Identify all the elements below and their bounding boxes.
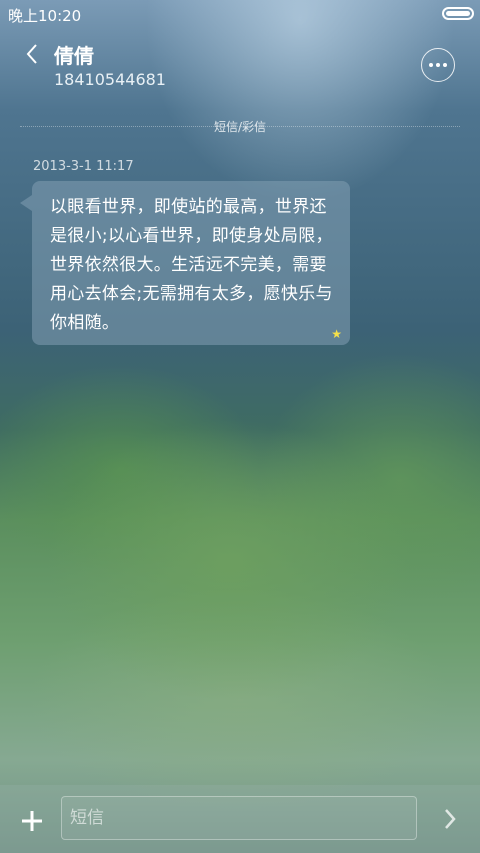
- contact-name: 倩倩: [54, 44, 94, 68]
- send-button[interactable]: [434, 803, 466, 835]
- message-type-label: 短信/彩信: [0, 118, 480, 135]
- back-button[interactable]: [16, 38, 48, 70]
- plus-icon: [22, 811, 42, 831]
- bubble-tail: [20, 195, 32, 211]
- message-timestamp: 2013-3-1 11:17: [33, 159, 134, 174]
- chevron-right-icon: [445, 809, 456, 829]
- status-time: 晚上10:20: [8, 7, 82, 25]
- composer-bar: [0, 785, 480, 853]
- more-dots-icon: [429, 63, 433, 67]
- chevron-left-icon: [26, 44, 37, 64]
- more-options-button[interactable]: [421, 48, 455, 82]
- message-bubble[interactable]: 以眼看世界，即使站的最高，世界还是很小;以心看世界，即使身处局限，世界依然很大。…: [20, 181, 350, 345]
- add-attachment-button[interactable]: [14, 803, 50, 839]
- conversation-header: 倩倩 18410544681: [0, 28, 480, 108]
- message-text: 以眼看世界，即使站的最高，世界还是很小;以心看世界，即使身处局限，世界依然很大。…: [50, 197, 333, 333]
- star-icon: ★: [331, 327, 342, 341]
- message-type-text: 短信/彩信: [213, 120, 267, 134]
- contact-number: 18410544681: [54, 70, 166, 89]
- status-bar: 晚上10:20: [0, 0, 480, 28]
- message-input[interactable]: [61, 796, 417, 840]
- battery-icon: [442, 7, 474, 20]
